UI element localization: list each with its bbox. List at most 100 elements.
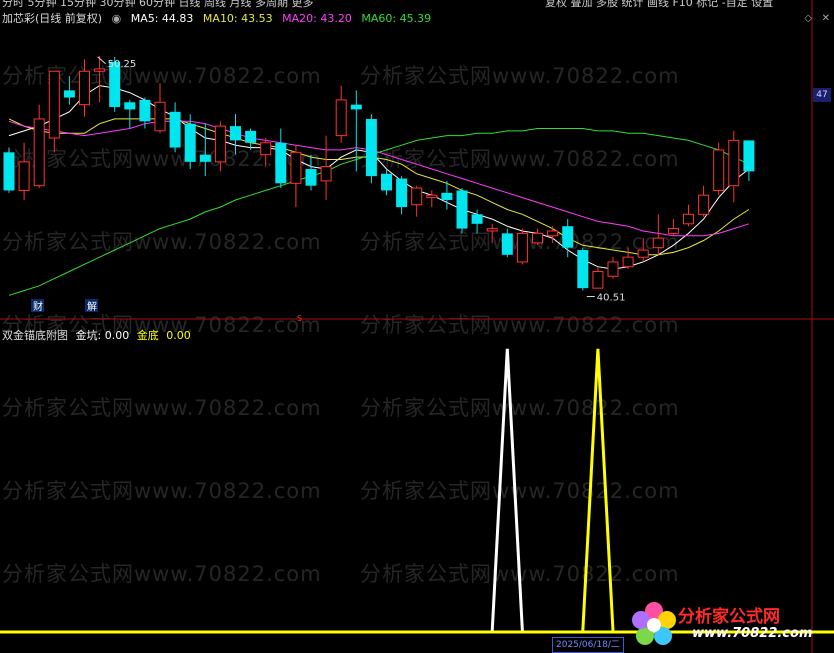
candle-body-up — [33, 118, 45, 187]
price-axis-badge: 47 — [813, 88, 831, 102]
candle — [79, 59, 90, 117]
candle-body-down — [139, 99, 151, 122]
candle-body-up — [48, 70, 60, 139]
stock-title[interactable]: 加芯彩(日线 前复权) — [2, 12, 102, 25]
ma-line-ma20 — [8, 120, 750, 237]
jinkeng-label: 金坑: 0.00 — [75, 329, 130, 342]
close-icon[interactable]: ✕ — [822, 13, 830, 24]
candle — [124, 99, 136, 129]
candle — [698, 185, 710, 217]
candle-body-down — [305, 169, 317, 186]
flower-logo-icon — [632, 602, 676, 645]
jindi-value: 0.00 — [166, 329, 191, 342]
candle — [33, 104, 45, 189]
candle-body-up — [637, 249, 649, 258]
candle — [486, 223, 498, 243]
candle — [335, 85, 347, 143]
candle — [214, 121, 226, 172]
settings-icon[interactable]: ◉ — [112, 12, 122, 25]
candle — [290, 145, 302, 208]
candle-body-down — [456, 190, 468, 229]
candle-body-up — [592, 270, 604, 289]
candle-body-down — [381, 173, 392, 191]
candle — [501, 228, 513, 258]
diamond-icon[interactable]: ◇ — [804, 13, 812, 24]
moving-averages — [8, 85, 750, 296]
candle — [743, 140, 755, 181]
candle — [275, 128, 287, 189]
candle — [199, 123, 211, 177]
candle — [683, 204, 694, 227]
logo-brand-text: 分析家公式网 — [678, 607, 780, 627]
candle-body-up — [79, 70, 90, 106]
ma20-label: MA20: 43.20 — [282, 12, 352, 25]
candle-body-down — [562, 226, 574, 248]
ma-line-ma5 — [8, 85, 750, 270]
ma5-label: MA5: 44.83 — [130, 12, 194, 25]
candle — [396, 176, 408, 215]
indicator-title[interactable]: 双金锚底附图 — [2, 329, 68, 342]
candle-body-down — [124, 102, 136, 110]
s-marker: S — [297, 314, 302, 323]
jindi-label: 金底 — [136, 329, 159, 342]
candle-body-up — [486, 228, 498, 232]
candle-body-down — [63, 90, 75, 98]
candle — [562, 219, 574, 258]
high-price-label: 50.25 — [108, 59, 137, 70]
candle-body-up — [290, 151, 302, 184]
site-logo: 分析家公式网 www.70822.com — [628, 598, 832, 650]
candle-body-up — [547, 230, 559, 237]
candle — [516, 228, 528, 265]
candle — [63, 76, 75, 105]
ma-line-ma60 — [8, 128, 750, 296]
candle — [532, 228, 543, 246]
candles — [3, 55, 755, 291]
main-legend: 加芯彩(日线 前复权) ◉ MA5: 44.83 MA10: 43.53 MA2… — [2, 10, 437, 25]
candle-body-down — [350, 104, 362, 110]
candle — [667, 219, 679, 236]
cai-badge: 财 — [33, 300, 43, 313]
candle-body-up — [607, 261, 619, 277]
spike-line — [581, 348, 615, 632]
candle-body-up — [622, 256, 634, 268]
spike-line — [490, 348, 524, 632]
candle-body-up — [94, 68, 106, 72]
corner-controls: ◇ ✕ — [798, 11, 830, 24]
logo-url-text: www.70822.com — [692, 626, 813, 641]
candle-body-up — [260, 142, 272, 156]
ma60-label: MA60: 45.39 — [361, 12, 432, 25]
candle — [411, 185, 423, 217]
candle — [426, 190, 438, 208]
candle — [713, 142, 725, 196]
candle-body-up — [652, 237, 664, 249]
candle-body-up — [18, 161, 30, 191]
ma10-label: MA10: 43.53 — [202, 12, 273, 25]
candle-body-down — [577, 250, 589, 289]
candle-body-up — [532, 232, 543, 244]
indicator-series — [490, 348, 524, 632]
candle-body-up — [335, 99, 347, 137]
candle — [18, 142, 30, 200]
candle — [622, 247, 634, 270]
candle-body-up — [698, 194, 710, 215]
candle-body-up — [154, 101, 166, 132]
jie-badge: 解 — [87, 300, 97, 313]
candle — [320, 135, 332, 200]
candle-body-up — [426, 194, 438, 199]
candle — [607, 257, 619, 279]
candle-body-up — [728, 139, 740, 187]
candle-body-up — [411, 187, 423, 206]
candle-body-down — [245, 130, 257, 143]
candle — [230, 114, 241, 155]
candle — [592, 266, 604, 289]
candle-body-down — [396, 178, 408, 208]
candle — [577, 247, 589, 291]
candle — [169, 102, 181, 153]
candle-body-down — [743, 140, 755, 172]
candle-body-down — [169, 111, 181, 148]
candle-body-up — [214, 125, 226, 163]
candle-body-up — [320, 166, 332, 182]
indicator-lines — [490, 348, 615, 632]
candle — [652, 214, 664, 255]
candle — [94, 55, 106, 103]
